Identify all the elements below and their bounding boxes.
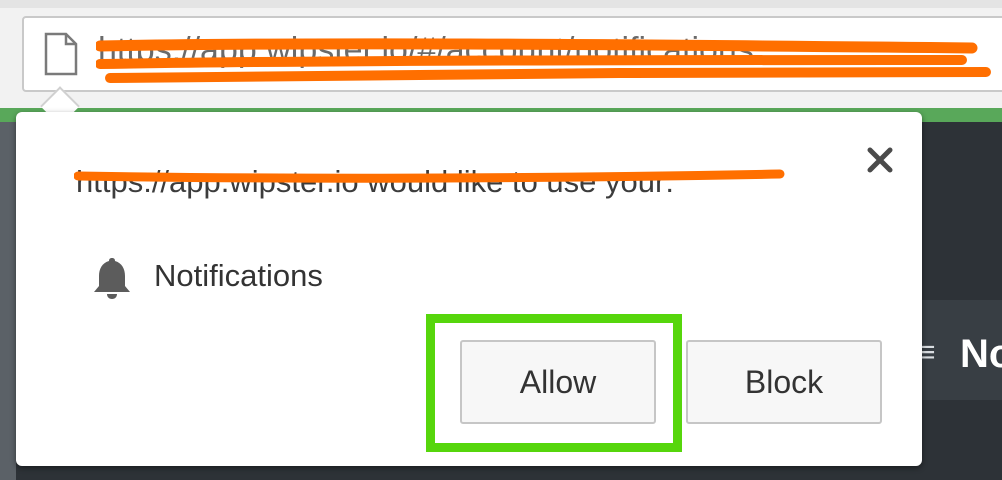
permission-label: Notifications [154,258,323,293]
background-heading: No [960,332,1002,376]
bell-icon [94,258,130,299]
tab-strip-edge [0,0,1002,8]
block-button[interactable]: Block [686,340,882,424]
allow-button[interactable]: Allow [460,340,656,424]
close-icon[interactable] [862,142,898,178]
url-redaction-scribble [96,38,991,83]
page-icon[interactable] [44,32,78,76]
permission-popup: https://app.wipster.io would like to use… [16,112,922,466]
prompt-redaction-scribble [74,169,785,183]
page-background-edge [0,122,16,480]
